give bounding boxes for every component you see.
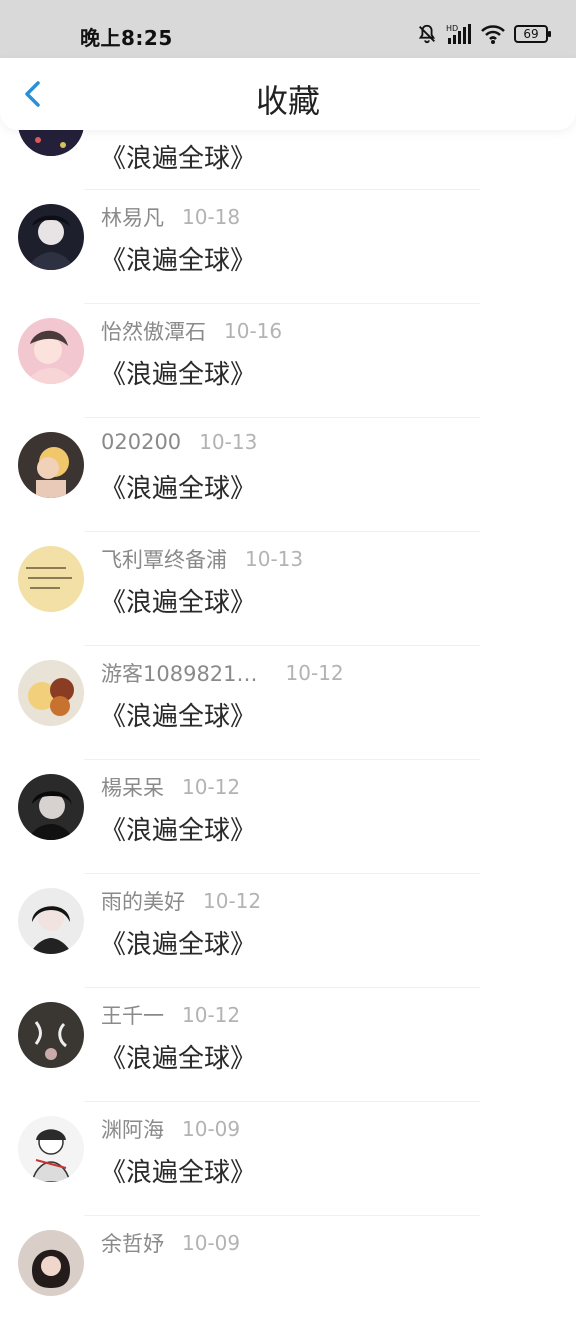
muted-bell-icon — [418, 24, 436, 44]
meta-row: 余哲妤 10-09 — [101, 1228, 240, 1258]
status-bar: 晚上8:25 HD 69 — [0, 0, 576, 58]
item-date: 10-13 — [199, 430, 258, 454]
item-title: 《浪遍全球》 — [100, 1158, 257, 1188]
list-item[interactable]: 余哲妤 10-09 — [0, 1216, 576, 1330]
status-icons: HD 69 — [416, 22, 551, 46]
list-item[interactable]: 渊阿海 10-09 《浪遍全球》 — [0, 1102, 576, 1216]
meta-row: 楊呆呆 10-12 — [101, 772, 240, 802]
meta-row: 雨的美好 10-12 — [101, 886, 261, 916]
list-item[interactable]: 楊呆呆 10-12 《浪遍全球》 — [0, 760, 576, 874]
user-name: 楊呆呆 — [101, 776, 164, 800]
list-item[interactable]: 怡然傲潭石 10-16 《浪遍全球》 — [0, 304, 576, 418]
user-name: 怡然傲潭石 — [101, 320, 206, 344]
avatar — [18, 204, 84, 270]
list-item[interactable]: 雨的美好 10-12 《浪遍全球》 — [0, 874, 576, 988]
meta-row: 怡然傲潭石 10-16 — [101, 316, 282, 346]
avatar — [18, 546, 84, 612]
svg-text:HD: HD — [446, 24, 458, 33]
avatar — [18, 318, 84, 384]
page-title: 收藏 — [255, 82, 320, 120]
user-name: 雨的美好 — [101, 890, 185, 914]
user-name: 王千一 — [101, 1004, 164, 1028]
user-name: 林易凡 — [101, 206, 164, 230]
list-item[interactable]: 飞利覃终备浦 10-13 《浪遍全球》 — [0, 532, 576, 646]
avatar — [18, 432, 84, 498]
item-date: 10-09 — [182, 1117, 241, 1141]
item-date: 10-13 — [245, 547, 304, 571]
item-date: 10-12 — [203, 889, 262, 913]
item-date: 10-16 — [224, 319, 283, 343]
meta-row: 林易凡 10-18 — [101, 202, 240, 232]
item-title: 《浪遍全球》 — [100, 246, 257, 276]
user-name: 飞利覃终备浦 — [101, 548, 227, 572]
meta-row: 王千一 10-12 — [101, 1000, 240, 1030]
list-item[interactable]: 游客1089821… 10-12 《浪遍全球》 — [0, 646, 576, 760]
avatar — [18, 1230, 84, 1296]
user-name: 余哲妤 — [101, 1232, 164, 1256]
list-item[interactable]: 林易凡 10-18 《浪遍全球》 — [0, 190, 576, 304]
list-item[interactable]: 王千一 10-12 《浪遍全球》 — [0, 988, 576, 1102]
item-date: 10-18 — [182, 205, 241, 229]
item-title: 《浪遍全球》 — [100, 816, 257, 846]
avatar — [18, 774, 84, 840]
nav-bar: 收藏 — [0, 58, 576, 130]
avatar — [18, 1116, 84, 1182]
item-title: 《浪遍全球》 — [100, 702, 257, 732]
user-name: 渊阿海 — [101, 1118, 164, 1142]
item-title: 《浪遍全球》 — [100, 360, 257, 390]
item-title: 《浪遍全球》 — [100, 930, 257, 960]
item-title: 《浪遍全球》 — [100, 588, 257, 618]
signal-icon: HD — [446, 24, 471, 44]
item-date: 10-12 — [182, 775, 241, 799]
user-name: 020200 — [101, 430, 182, 454]
avatar — [18, 1002, 84, 1068]
meta-row: 飞利覃终备浦 10-13 — [101, 544, 303, 574]
meta-row: 游客1089821… 10-12 — [101, 658, 344, 688]
item-date: 10-09 — [182, 1231, 241, 1255]
item-date: 10-12 — [285, 661, 344, 685]
list-item[interactable]: 020200 10-13 《浪遍全球》 — [0, 418, 576, 532]
status-time: 晚上8:25 — [80, 26, 173, 50]
item-title: 《浪遍全球》 — [100, 144, 257, 174]
item-date: 10-12 — [182, 1003, 241, 1027]
wifi-icon — [481, 25, 505, 44]
item-title: 《浪遍全球》 — [100, 474, 257, 504]
meta-row: 渊阿海 10-09 — [101, 1114, 240, 1144]
user-name: 游客1089821… — [101, 662, 258, 686]
battery-icon: 69 — [514, 25, 551, 43]
meta-row: 020200 10-13 — [101, 430, 257, 454]
avatar — [18, 660, 84, 726]
avatar — [18, 888, 84, 954]
item-title: 《浪遍全球》 — [100, 1044, 257, 1074]
